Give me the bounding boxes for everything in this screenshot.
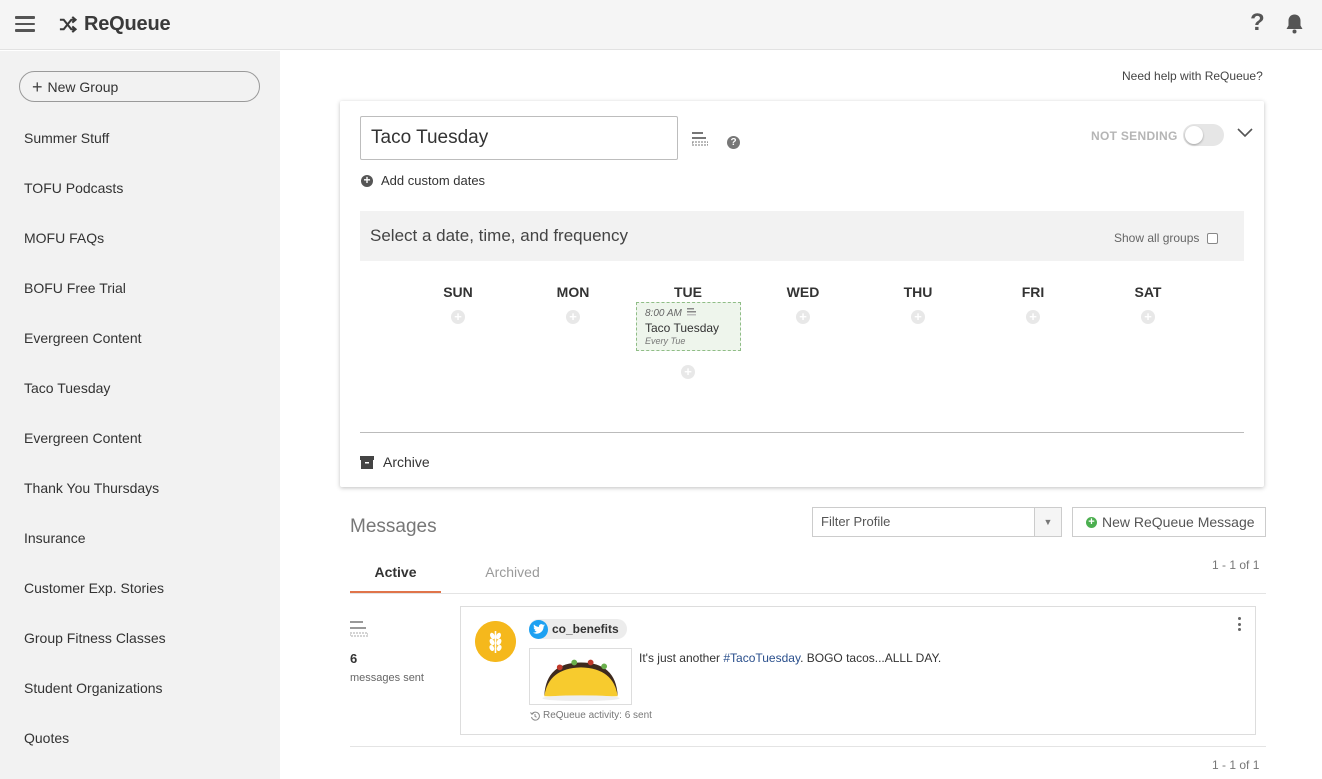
day-fri: FRI: [1021, 284, 1045, 300]
archive-label: Archive: [383, 454, 430, 470]
requeue-activity: ReQueue activity: 6 sent: [530, 710, 652, 721]
more-options-icon[interactable]: [1238, 617, 1244, 633]
slot-name: Taco Tuesday: [645, 321, 720, 335]
group-item[interactable]: Thank You Thursdays: [24, 480, 166, 530]
twitter-icon: [529, 619, 548, 639]
profile-name: co_benefits: [552, 622, 619, 636]
group-item[interactable]: TOFU Podcasts: [24, 180, 166, 230]
queue-icon: [350, 621, 368, 637]
group-item[interactable]: MOFU FAQs: [24, 230, 166, 280]
add-slot-sun[interactable]: +: [451, 310, 465, 324]
message-card[interactable]: co_benefits It's just another #TacoTuesd…: [460, 606, 1256, 735]
slot-frequency: Every Tue: [645, 336, 686, 346]
bell-icon[interactable]: [1285, 13, 1304, 34]
history-icon: [530, 711, 540, 721]
add-slot-tue[interactable]: +: [681, 365, 695, 379]
caret-down-icon[interactable]: ▼: [1034, 508, 1061, 536]
help-link[interactable]: Need help with ReQueue?: [1122, 69, 1263, 83]
slot-time: 8:00 AM: [645, 308, 696, 319]
plus-icon: +: [32, 76, 43, 97]
brand[interactable]: ReQueue: [58, 13, 171, 36]
add-custom-dates-button[interactable]: + Add custom dates: [361, 173, 485, 188]
schedule-slot[interactable]: 8:00 AM Taco Tuesday Every Tue: [636, 302, 741, 351]
group-item[interactable]: Student Organizations: [24, 680, 166, 730]
divider: [350, 746, 1266, 747]
pagination-bottom: 1 - 1 of 1: [1212, 758, 1260, 772]
schedule-title: Select a date, time, and frequency: [370, 226, 628, 245]
sending-status: NOT SENDING: [1091, 129, 1178, 143]
info-icon[interactable]: ?: [727, 136, 740, 149]
day-thu: THU: [903, 284, 933, 300]
schedule-header: Select a date, time, and frequency Show …: [360, 211, 1244, 261]
slot-time-text: 8:00 AM: [645, 308, 682, 319]
tab-active[interactable]: Active: [350, 556, 441, 593]
new-requeue-message-button[interactable]: + New ReQueue Message: [1072, 507, 1266, 537]
messages-sent-label: messages sent: [350, 672, 424, 684]
group-list: Summer Stuff TOFU Podcasts MOFU FAQs BOF…: [24, 130, 166, 779]
add-slot-thu[interactable]: +: [911, 310, 925, 324]
day-tue: TUE: [674, 284, 702, 300]
group-item[interactable]: Summer Stuff: [24, 130, 166, 180]
new-group-label: New Group: [47, 78, 119, 95]
day-sun: SUN: [443, 284, 473, 300]
group-item[interactable]: BOFU Free Trial: [24, 280, 166, 330]
group-item[interactable]: Evergreen Content: [24, 330, 166, 380]
message-text: It's just another #TacoTuesday. BOGO tac…: [639, 651, 941, 665]
show-all-groups-checkbox[interactable]: [1207, 233, 1218, 244]
group-item[interactable]: Quotes: [24, 730, 166, 779]
activity-text: ReQueue activity: 6 sent: [543, 710, 652, 721]
hashtag-link[interactable]: #TacoTuesday: [723, 651, 800, 665]
taco-image: [529, 648, 632, 705]
app-title: ReQueue: [84, 13, 171, 35]
new-message-label: New ReQueue Message: [1102, 514, 1255, 530]
add-slot-fri[interactable]: +: [1026, 310, 1040, 324]
profile-chip[interactable]: co_benefits: [529, 619, 627, 639]
new-group-button[interactable]: + New Group: [19, 71, 260, 102]
plus-circle-icon: +: [1086, 516, 1097, 528]
group-item[interactable]: Customer Exp. Stories: [24, 580, 166, 630]
divider: [360, 432, 1244, 433]
hamburger-icon[interactable]: [15, 16, 35, 32]
queue-icon: [686, 308, 696, 316]
filter-placeholder: Filter Profile: [821, 514, 891, 529]
messages-title: Messages: [350, 516, 437, 537]
group-item[interactable]: Insurance: [24, 530, 166, 580]
add-slot-mon[interactable]: +: [566, 310, 580, 324]
toggle-knob: [1185, 126, 1203, 144]
shuffle-icon: [59, 16, 77, 33]
messages-sent-count: 6: [350, 651, 358, 666]
add-slot-sat[interactable]: +: [1141, 310, 1155, 324]
chevron-down-icon[interactable]: [1237, 128, 1253, 138]
add-custom-dates-label: Add custom dates: [381, 173, 486, 188]
archive-icon: [360, 455, 374, 469]
add-slot-wed[interactable]: +: [796, 310, 810, 324]
day-wed: WED: [786, 284, 820, 300]
filter-profile-select[interactable]: Filter Profile ▼: [812, 507, 1062, 537]
group-item[interactable]: Taco Tuesday: [24, 380, 166, 430]
sidebar: + New Group Summer Stuff TOFU Podcasts M…: [0, 51, 280, 779]
day-sat: SAT: [1134, 284, 1162, 300]
tab-archived[interactable]: Archived: [470, 556, 555, 590]
top-bar: ReQueue ?: [0, 0, 1322, 50]
avatar: [475, 621, 516, 662]
message-text-before: It's just another: [639, 651, 724, 665]
group-item[interactable]: Evergreen Content: [24, 430, 166, 480]
show-all-groups-label[interactable]: Show all groups: [1114, 231, 1199, 245]
group-item[interactable]: Group Fitness Classes: [24, 630, 166, 680]
queue-icon[interactable]: [692, 131, 708, 147]
day-mon: MON: [556, 284, 590, 300]
help-icon[interactable]: ?: [1250, 9, 1265, 37]
pagination-top: 1 - 1 of 1: [1212, 558, 1260, 572]
sending-toggle[interactable]: [1183, 124, 1224, 146]
plus-circle-icon: +: [361, 174, 373, 187]
divider: [350, 593, 1266, 594]
group-name-input[interactable]: [360, 116, 678, 160]
archive-button[interactable]: Archive: [360, 454, 430, 470]
message-text-after: . BOGO tacos...ALLL DAY.: [800, 651, 942, 665]
group-settings-card: ? NOT SENDING + Add custom dates Select …: [340, 101, 1264, 487]
